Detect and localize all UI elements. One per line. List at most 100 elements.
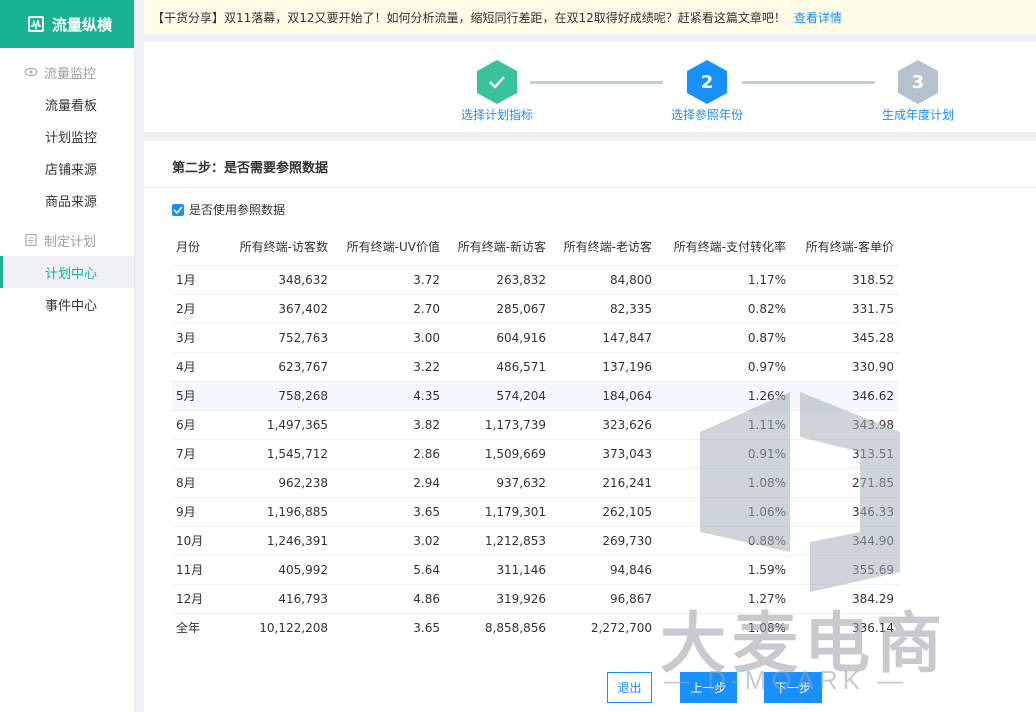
table-cell: 1.08% [656, 612, 790, 642]
sidebar-item-label: 事件中心 [45, 298, 98, 314]
table-cell: 271.85 [790, 467, 898, 497]
table-cell: 1.17% [656, 264, 790, 294]
table-cell: 405,992 [220, 554, 332, 584]
table-cell: 1.06% [656, 496, 790, 526]
table-cell: 3.02 [332, 525, 444, 555]
nav-group-traffic-monitor[interactable]: 流量监控 [0, 56, 134, 88]
step-2[interactable]: 2 选择参照年份 [647, 60, 767, 123]
step-1[interactable]: 选择计划指标 [437, 60, 557, 123]
table-cell: 0.82% [656, 293, 790, 323]
table-cell: 137,196 [550, 351, 656, 381]
table-cell: 1,509,669 [444, 438, 550, 468]
table-cell: 758,268 [220, 380, 332, 410]
notice-link[interactable]: 查看详情 [794, 9, 842, 26]
checkbox-checked-icon[interactable] [172, 203, 184, 216]
column-header: 所有终端-客单价 [805, 240, 894, 255]
table-cell: 345.28 [790, 322, 898, 352]
use-reference-checkbox[interactable]: 是否使用参照数据 [172, 201, 285, 218]
table-cell: 0.97% [656, 351, 790, 381]
column-header: 所有终端-新访客 [457, 240, 546, 255]
table-cell: 1,212,853 [444, 525, 550, 555]
next-step-button[interactable]: 下一步 [764, 672, 822, 703]
table-cell: 1,179,301 [444, 496, 550, 526]
table-cell: 2.94 [332, 467, 444, 497]
brand-header[interactable]: 流量纵横 [0, 0, 134, 48]
table-cell: 285,067 [444, 293, 550, 323]
table-cell: 1,173,739 [444, 409, 550, 439]
table-cell: 355.69 [790, 554, 898, 584]
sidebar-item-label: 流量看板 [45, 98, 98, 114]
divider [144, 187, 1036, 188]
sidebar-item-event-center[interactable]: 事件中心 [0, 288, 134, 320]
sidebar-item-label: 计划监控 [45, 130, 98, 146]
sidebar-item-shop-source[interactable]: 店铺来源 [0, 152, 134, 184]
table-cell: 9月 [172, 496, 220, 526]
sidebar-item-plan-monitor[interactable]: 计划监控 [0, 120, 134, 152]
table-cell: 3.65 [332, 496, 444, 526]
step-3[interactable]: 3 生成年度计划 [858, 60, 978, 123]
table-cell: 2.70 [332, 293, 444, 323]
table-cell: 10月 [172, 525, 220, 555]
table-cell: 4.86 [332, 583, 444, 613]
document-icon [24, 233, 38, 247]
table-row: 1月 348,632 3.72 263,832 84,800 1.17% 318.52 [172, 264, 898, 294]
table-cell: 1月 [172, 264, 220, 294]
table-cell: 574,204 [444, 380, 550, 410]
exit-button[interactable]: 退出 [607, 672, 652, 703]
check-icon [477, 60, 517, 104]
table-cell: 216,241 [550, 467, 656, 497]
column-header: 所有终端-访客数 [239, 240, 328, 255]
table-cell: 184,064 [550, 380, 656, 410]
table-cell: 373,043 [550, 438, 656, 468]
sidebar-item-product-source[interactable]: 商品来源 [0, 184, 134, 216]
sidebar-item-plan-center[interactable]: 计划中心 [0, 256, 134, 288]
table-cell: 8月 [172, 467, 220, 497]
table-cell: 336.14 [790, 612, 898, 642]
table-cell: 0.91% [656, 438, 790, 468]
nav-group-make-plan[interactable]: 制定计划 [0, 224, 134, 256]
table-cell: 384.29 [790, 583, 898, 613]
table-cell: 3.65 [332, 612, 444, 642]
step-number: 3 [898, 60, 938, 104]
table-cell: 11月 [172, 554, 220, 584]
table-cell: 262,105 [550, 496, 656, 526]
table-cell: 348,632 [220, 264, 332, 294]
table-cell: 10,122,208 [220, 612, 332, 642]
column-header: 所有终端-UV价值 [346, 240, 440, 255]
table-cell: 1,545,712 [220, 438, 332, 468]
table-cell: 2.86 [332, 438, 444, 468]
column-header: 所有终端-老访客 [563, 240, 652, 255]
table-row: 5月 758,268 4.35 574,204 184,064 1.26% 346.62 [172, 380, 898, 410]
table-cell: 343.98 [790, 409, 898, 439]
column-header: 所有终端-支付转化率 [673, 240, 786, 255]
step-label: 选择计划指标 [460, 108, 533, 122]
table-row: 7月 1,545,712 2.86 1,509,669 373,043 0.91% 313.… [172, 438, 898, 468]
sidebar-item-traffic-board[interactable]: 流量看板 [0, 88, 134, 120]
table-row: 9月 1,196,885 3.65 1,179,301 262,105 1.06% 346.… [172, 496, 898, 526]
table-cell: 1,196,885 [220, 496, 332, 526]
table-cell: 311,146 [444, 554, 550, 584]
table-cell: 3.22 [332, 351, 444, 381]
table-cell: 344.90 [790, 525, 898, 555]
previous-step-button[interactable]: 上一步 [680, 672, 737, 703]
table-cell: 4月 [172, 351, 220, 381]
table-cell: 4.35 [332, 380, 444, 410]
table-row: 4月 623,767 3.22 486,571 137,196 0.97% 330.90 [172, 351, 898, 381]
table-cell: 2月 [172, 293, 220, 323]
table-cell: 623,767 [220, 351, 332, 381]
table-cell: 0.88% [656, 525, 790, 555]
nav-group-label: 制定计划 [44, 234, 97, 250]
column-header: 月份 [176, 240, 201, 255]
table-cell: 269,730 [550, 525, 656, 555]
table-row: 6月 1,497,365 3.82 1,173,739 323,626 1.11% 343.… [172, 409, 898, 439]
table-row: 11月 405,992 5.64 311,146 94,846 1.59% 355.69 [172, 554, 898, 584]
table-cell: 94,846 [550, 554, 656, 584]
table-row: 8月 962,238 2.94 937,632 216,241 1.08% 271.85 [172, 467, 898, 497]
sidebar-item-label: 计划中心 [45, 266, 98, 282]
notice-bar: 【干货分享】双11落幕，双12又要开始了！如何分析流量，缩短同行差距，在双12取… [144, 0, 1036, 34]
table-cell: 7月 [172, 438, 220, 468]
table-cell: 12月 [172, 583, 220, 613]
eye-icon [24, 65, 38, 79]
step-number: 2 [687, 60, 727, 104]
main-panel: 第二步：是否需要参照数据 是否使用参照数据 月份 所有终端-访客数 所有终端-U… [144, 141, 1036, 712]
